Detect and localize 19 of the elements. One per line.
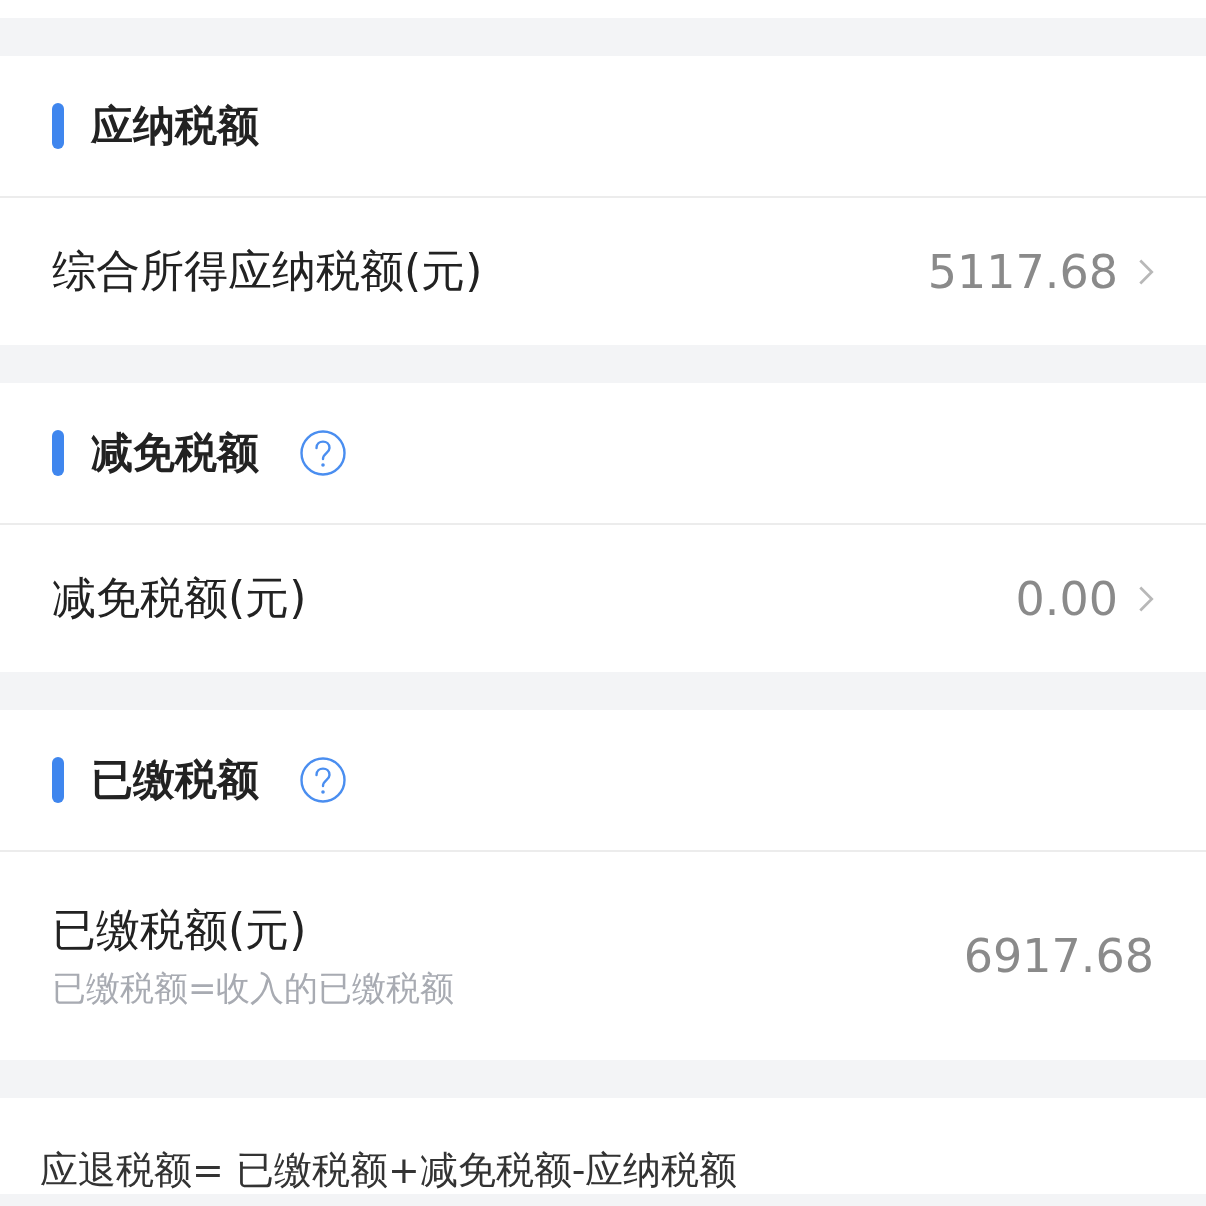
accent-bar bbox=[52, 103, 64, 149]
section-title: 应纳税额 bbox=[91, 100, 259, 152]
section-title: 已缴税额 bbox=[91, 754, 259, 806]
row-label: 减免税额(元) bbox=[52, 571, 308, 625]
amount-value: 0.00 bbox=[1015, 571, 1118, 626]
section-title: 减免税额 bbox=[91, 427, 259, 479]
list-row[interactable]: 已缴税额(元) 已缴税额=收入的已缴税额 6917.68 bbox=[0, 852, 1206, 1060]
amount-value: 5117.68 bbox=[927, 244, 1118, 299]
row-label: 已缴税额(元) bbox=[52, 902, 308, 957]
accent-bar bbox=[52, 430, 64, 476]
amount-value: 6917.68 bbox=[963, 929, 1154, 983]
accent-bar bbox=[52, 757, 64, 803]
list-row[interactable]: 综合所得应纳税额(元) 5117.68 bbox=[0, 198, 1206, 345]
help-icon[interactable] bbox=[299, 756, 347, 804]
formula-text: 应退税额= 已缴税额+减免税额-应纳税额 bbox=[40, 1147, 738, 1194]
row-label: 综合所得应纳税额(元) bbox=[52, 244, 484, 298]
list-row[interactable]: 减免税额(元) 0.00 bbox=[0, 525, 1206, 672]
row-hint: 已缴税额=收入的已缴税额 bbox=[52, 966, 456, 1010]
help-icon[interactable] bbox=[299, 429, 347, 477]
